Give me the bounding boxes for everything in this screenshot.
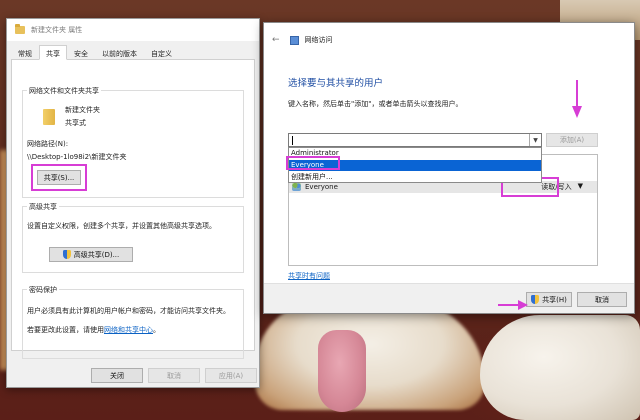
shield-icon <box>531 295 540 304</box>
close-button-label: 关闭 <box>110 371 124 380</box>
cancel-button[interactable]: 取消 <box>577 292 627 307</box>
dropdown-option-create-user[interactable]: 创建新用户... <box>291 172 333 182</box>
user-name-combobox[interactable]: ▼ <box>288 133 542 147</box>
user-name: Everyone <box>305 183 338 191</box>
sharing-tab-panel: 网络文件和文件夹共享 新建文件夹 共享式 网络路径(N): \\Desktop-… <box>11 60 255 359</box>
page-heading: 选择要与其共享的用户 <box>288 78 384 89</box>
group-title: 网络文件和文件夹共享 <box>27 86 101 96</box>
dialog-footer: 共享(H) 取消 <box>264 283 634 313</box>
close-button[interactable]: 关闭 <box>91 368 143 383</box>
chevron-down-icon: ▼ <box>577 182 583 190</box>
back-arrow-icon[interactable]: ← <box>272 35 280 45</box>
apply-button-label: 应用(A) <box>218 371 244 380</box>
network-access-dialog: ← 网络访问 选择要与其共享的用户 键入名称，然后单击"添加"，或者单击箭头以查… <box>263 22 635 314</box>
add-button-label: 添加(A) <box>559 136 585 144</box>
highlight-box <box>286 156 340 170</box>
add-button[interactable]: 添加(A) <box>546 133 598 147</box>
folder-name: 新建文件夹 <box>65 106 100 114</box>
advanced-share-button-label: 高级共享(D)... <box>73 250 120 259</box>
share-status: 共享式 <box>65 119 86 127</box>
tab-customize[interactable]: 自定义 <box>144 45 179 60</box>
tab-security[interactable]: 安全 <box>67 45 95 60</box>
share-button[interactable]: 共享(H) <box>526 292 572 307</box>
tab-strip: 常规 共享 安全 以前的版本 自定义 <box>11 45 255 60</box>
group-title: 高级共享 <box>27 202 59 212</box>
tab-previous-versions[interactable]: 以前的版本 <box>95 45 144 60</box>
dialog-titlebar: ← 网络访问 <box>272 35 333 45</box>
cancel-button[interactable]: 取消 <box>148 368 200 383</box>
folder-icon <box>15 24 25 34</box>
wallpaper-dog-paw <box>480 315 640 420</box>
dialog-title: 网络访问 <box>304 36 333 44</box>
sharing-trouble-link[interactable]: 共享时有问题 <box>288 271 330 281</box>
password-change-suffix: 。 <box>153 326 160 334</box>
folder-properties-dialog: 新建文件夹 属性 常规 共享 安全 以前的版本 自定义 网络文件和文件夹共享 新… <box>6 18 260 388</box>
network-share-icon <box>289 35 299 45</box>
apply-button[interactable]: 应用(A) <box>205 368 257 383</box>
highlight-box <box>31 164 87 191</box>
cancel-button-label: 取消 <box>595 295 609 304</box>
password-change-prefix: 若要更改此设置，请使用 <box>27 326 104 334</box>
wallpaper-dog-tongue <box>318 330 366 412</box>
network-sharing-center-link[interactable]: 网络和共享中心 <box>104 326 153 334</box>
network-path-label: 网络路径(N): <box>27 140 69 148</box>
password-change-text: 若要更改此设置，请使用网络和共享中心。 <box>27 325 160 335</box>
text-caret <box>292 136 293 145</box>
annotation-arrow-shaft <box>498 304 520 306</box>
annotation-arrow-head <box>572 106 582 118</box>
group-title: 密码保护 <box>27 285 59 295</box>
tab-general[interactable]: 常规 <box>11 45 39 60</box>
dialog-titlebar[interactable]: 新建文件夹 属性 <box>7 19 259 41</box>
chevron-down-icon[interactable]: ▼ <box>529 134 541 146</box>
password-description: 用户必须具有此计算机的用户帐户和密码，才能访问共享文件夹。 <box>27 307 230 315</box>
annotation-arrow-shaft <box>576 80 578 108</box>
password-protection-group: 密码保护 用户必须具有此计算机的用户帐户和密码，才能访问共享文件夹。 若要更改此… <box>22 285 244 359</box>
network-path-value: \\Desktop-1lo98i2\新建文件夹 <box>27 153 127 161</box>
share-button-label: 共享(H) <box>542 295 567 304</box>
wallpaper-dog-chin <box>255 300 485 410</box>
dialog-title: 新建文件夹 属性 <box>31 26 83 34</box>
instruction-text: 键入名称，然后单击"添加"，或者单击箭头以查找用户。 <box>288 100 463 108</box>
advanced-share-button[interactable]: 高级共享(D)... <box>49 247 133 262</box>
network-share-group: 网络文件和文件夹共享 新建文件夹 共享式 网络路径(N): \\Desktop-… <box>22 86 244 198</box>
cancel-button-label: 取消 <box>167 371 181 380</box>
tab-sharing[interactable]: 共享 <box>39 45 67 60</box>
advanced-share-description: 设置自定义权限，创建多个共享，并设置其他高级共享选项。 <box>27 222 216 230</box>
shield-icon <box>62 250 71 259</box>
advanced-share-group: 高级共享 设置自定义权限，创建多个共享，并设置其他高级共享选项。 高级共享(D)… <box>22 202 244 273</box>
folder-icon <box>43 109 55 125</box>
users-group-icon <box>292 183 301 191</box>
annotation-arrow-head <box>518 300 528 310</box>
